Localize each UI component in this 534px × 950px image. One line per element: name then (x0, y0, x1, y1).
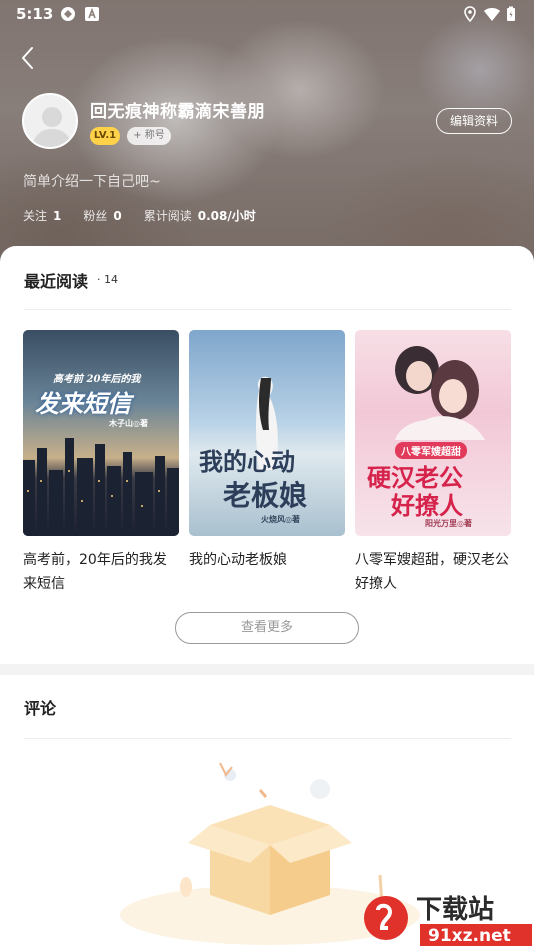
location-icon (462, 6, 478, 23)
profile-bio[interactable]: 简单介绍一下自己吧~ (23, 171, 161, 191)
book-cover: 我的心动 老板娘 火烧风◎著 (189, 330, 345, 536)
book-item[interactable]: 八零军嫂超甜 硬汉老公 好撩人 阳光万里◎著 八零军嫂超甜，硬汉老公好撩人 (355, 330, 511, 596)
recent-reading-section: 最近阅读 · 14 高考前 20年后的我 发来短信 木子山◎著 高考前，20年后… (0, 246, 534, 664)
cover-top-text: 八零军嫂超甜 (395, 442, 467, 459)
cover-author-text: 火烧风◎著 (261, 514, 300, 524)
status-bar: 5:13 (0, 0, 534, 28)
cover-author-text: 阳光万里◎著 (425, 518, 472, 528)
book-item[interactable]: 我的心动 老板娘 火烧风◎著 我的心动老板娘 (189, 330, 345, 572)
comments-title: 评论 (24, 699, 57, 718)
stat-label: 粉丝 (83, 209, 108, 223)
cover-author-text: 木子山◎著 (109, 418, 148, 428)
stat-following[interactable]: 关注 1 (23, 207, 61, 224)
book-title: 高考前，20年后的我发来短信 (23, 552, 167, 592)
watermark-logo: 下载站 91xz.net (364, 895, 532, 946)
cover-main-text-2: 好撩人 (391, 491, 463, 520)
book-cover: 高考前 20年后的我 发来短信 木子山◎著 (23, 330, 179, 536)
edit-profile-button[interactable]: 编辑资料 (436, 108, 512, 134)
cover-main-text: 发来短信 (35, 389, 131, 418)
book-cover: 八零军嫂超甜 硬汉老公 好撩人 阳光万里◎著 (355, 330, 511, 536)
recent-reading-count: · 14 (97, 273, 118, 286)
book-title: 八零军嫂超甜，硬汉老公好撩人 (355, 552, 509, 592)
status-time: 5:13 (16, 5, 54, 23)
avatar[interactable] (22, 93, 78, 149)
stat-reading-time: 累计阅读 0.08/小时 (144, 207, 256, 224)
cover-top-text: 高考前 20年后的我 (53, 374, 141, 385)
add-title-badge[interactable]: + 称号 (127, 127, 171, 145)
header-shade (0, 0, 534, 270)
vpn-key-icon (60, 6, 76, 22)
stat-label: 累计阅读 (143, 209, 192, 223)
stat-value: 1 (53, 209, 62, 223)
stat-followers[interactable]: 粉丝 0 (83, 207, 121, 224)
username: 回无痕神称霸滴宋善朋 (90, 102, 265, 122)
cover-main-text-1: 我的心动 (199, 447, 295, 476)
watermark-brand: 下载站 (416, 895, 494, 925)
back-button[interactable] (16, 44, 42, 72)
divider (24, 309, 511, 310)
cover-main-text-2: 老板娘 (223, 479, 308, 512)
city-skyline-illustration (23, 438, 179, 536)
wifi-icon (484, 6, 500, 22)
profile-stats: 关注 1 粉丝 0 累计阅读 0.08/小时 (23, 207, 256, 224)
recent-reading-title: 最近阅读 (24, 272, 89, 291)
watermark-url: 91xz.net (428, 926, 511, 946)
book-title: 我的心动老板娘 (189, 552, 287, 568)
battery-icon (506, 6, 516, 22)
book-item[interactable]: 高考前 20年后的我 发来短信 木子山◎著 高考前，20年后的我发来短信 (23, 330, 179, 596)
divider (24, 738, 511, 739)
level-badge: LV.1 (90, 127, 120, 145)
a-icon (84, 6, 100, 22)
stat-value: 0 (113, 209, 122, 223)
stat-value: 0.08/小时 (197, 209, 256, 223)
view-more-button[interactable]: 查看更多 (175, 612, 359, 644)
stat-label: 关注 (23, 209, 48, 223)
chevron-left-icon (22, 47, 33, 69)
